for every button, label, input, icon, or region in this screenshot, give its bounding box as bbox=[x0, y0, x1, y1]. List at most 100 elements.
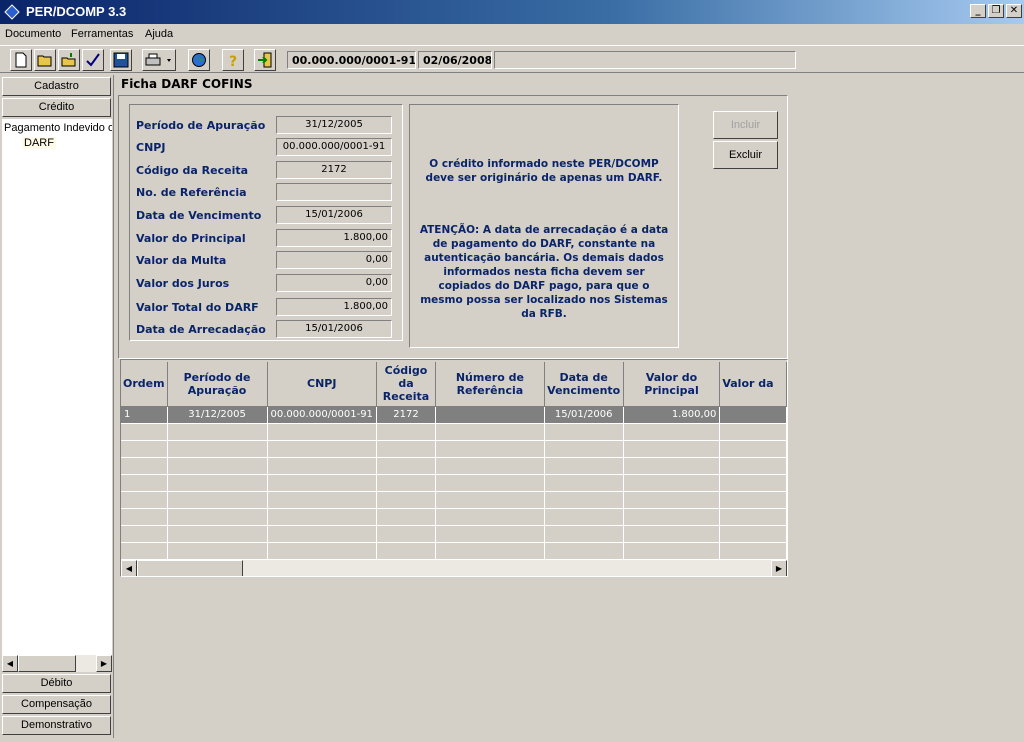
verify-button[interactable] bbox=[82, 49, 104, 71]
field-data-arrecadacao[interactable]: 15/01/2006 bbox=[276, 320, 392, 338]
grid-scroll-left-arrow-icon[interactable]: ◀ bbox=[121, 560, 137, 576]
print-button[interactable] bbox=[142, 49, 176, 71]
table-cell-empty bbox=[719, 542, 787, 560]
table-cell-empty bbox=[167, 491, 268, 509]
field-codigo-receita[interactable]: 2172 bbox=[276, 161, 392, 179]
table-cell-empty bbox=[167, 542, 268, 560]
save-button[interactable] bbox=[110, 49, 132, 71]
info-text-single-darf: O crédito informado neste PER/DCOMP deve… bbox=[425, 158, 663, 184]
table-cell-empty bbox=[267, 440, 377, 458]
table-cell-empty bbox=[435, 525, 545, 543]
table-row-empty[interactable] bbox=[121, 457, 787, 475]
close-button[interactable]: ✕ bbox=[1006, 4, 1022, 18]
title-bar: PER/DCOMP 3.3 _ ❐ ✕ bbox=[0, 0, 1024, 24]
tree-node-pagamento-indevido[interactable]: Pagamento Indevido ou bbox=[4, 122, 112, 134]
field-valor-principal[interactable]: 1.800,00 bbox=[276, 229, 392, 247]
nav-cadastro-button[interactable]: Cadastro bbox=[2, 77, 111, 96]
grid-header-row: Ordem Período de Apuração CNPJ Código da… bbox=[121, 362, 787, 407]
table-cell-empty bbox=[719, 491, 787, 509]
table-cell-empty bbox=[121, 491, 168, 509]
incluir-button[interactable]: Incluir bbox=[713, 111, 778, 139]
table-cell-empty bbox=[167, 525, 268, 543]
cell-data-vencimento: 15/01/2006 bbox=[544, 406, 624, 424]
excluir-button[interactable]: Excluir bbox=[713, 141, 778, 169]
column-header-cnpj[interactable]: CNPJ bbox=[267, 362, 377, 407]
table-row-empty[interactable] bbox=[121, 423, 787, 441]
grid-scroll-thumb[interactable] bbox=[137, 560, 243, 576]
grid-horizontal-scrollbar[interactable]: ◀ ▶ bbox=[121, 560, 787, 576]
table-cell-empty bbox=[121, 508, 168, 526]
table-cell-empty bbox=[376, 440, 437, 458]
nav-compensacao-button[interactable]: Compensação bbox=[2, 695, 111, 714]
exit-button[interactable] bbox=[254, 49, 276, 71]
menu-documento[interactable]: Documento bbox=[5, 28, 61, 40]
table-row-empty[interactable] bbox=[121, 474, 787, 492]
table-cell-empty bbox=[267, 508, 377, 526]
label-data-vencimento: Data de Vencimento bbox=[136, 209, 262, 222]
info-text-atencao: ATENÇÃO: A data de arrecadação é a data … bbox=[419, 224, 669, 320]
table-row-empty[interactable] bbox=[121, 508, 787, 526]
import-button[interactable] bbox=[58, 49, 80, 71]
field-valor-juros[interactable]: 0,00 bbox=[276, 274, 392, 292]
nav-debito-button[interactable]: Débito bbox=[2, 674, 111, 693]
scroll-thumb[interactable] bbox=[18, 655, 76, 672]
table-row-empty[interactable] bbox=[121, 525, 787, 543]
internet-button[interactable] bbox=[188, 49, 210, 71]
status-display bbox=[494, 51, 796, 69]
table-cell-empty bbox=[544, 423, 624, 441]
table-cell-empty bbox=[719, 474, 787, 492]
table-cell-empty bbox=[376, 423, 437, 441]
table-cell-empty bbox=[544, 542, 624, 560]
table-cell-empty bbox=[167, 440, 268, 458]
restore-button[interactable]: ❐ bbox=[988, 4, 1004, 18]
column-header-numero-referencia[interactable]: Número de Referência bbox=[435, 362, 545, 407]
info-panel: O crédito informado neste PER/DCOMP deve… bbox=[409, 104, 679, 348]
tree-node-darf[interactable]: DARF bbox=[22, 137, 56, 149]
field-cnpj[interactable]: 00.000.000/0001-91 bbox=[276, 138, 392, 156]
column-header-valor-da[interactable]: Valor da bbox=[719, 362, 787, 407]
column-header-ordem[interactable]: Ordem bbox=[121, 362, 168, 407]
darf-table: Ordem Período de Apuração CNPJ Código da… bbox=[121, 362, 787, 560]
grid-scroll-right-arrow-icon[interactable]: ▶ bbox=[771, 560, 787, 576]
scroll-right-arrow-icon[interactable]: ▶ bbox=[96, 655, 112, 672]
help-button[interactable]: ? bbox=[222, 49, 244, 71]
field-numero-referencia[interactable] bbox=[276, 183, 392, 201]
cnpj-display: 00.000.000/0001-91 bbox=[287, 51, 416, 69]
open-button[interactable] bbox=[34, 49, 56, 71]
table-cell-empty bbox=[719, 457, 787, 475]
darf-grid: Ordem Período de Apuração CNPJ Código da… bbox=[120, 359, 788, 577]
menu-ajuda[interactable]: Ajuda bbox=[145, 28, 173, 40]
nav-credito-button[interactable]: Crédito bbox=[2, 98, 111, 117]
new-document-icon bbox=[15, 52, 27, 68]
document-tree: Pagamento Indevido ou DARF bbox=[2, 119, 112, 664]
field-valor-total-darf[interactable]: 1.800,00 bbox=[276, 298, 392, 316]
nav-demonstrativo-button[interactable]: Demonstrativo bbox=[2, 716, 111, 735]
column-header-codigo[interactable]: Código da Receita bbox=[376, 362, 437, 407]
app-icon bbox=[4, 4, 20, 20]
table-cell-empty bbox=[544, 525, 624, 543]
table-cell-empty bbox=[435, 474, 545, 492]
column-header-data-vencimento[interactable]: Data de Vencimento bbox=[544, 362, 624, 407]
table-row[interactable]: 1 31/12/2005 00.000.000/0001-91 2172 15/… bbox=[121, 406, 787, 424]
table-cell-empty bbox=[121, 525, 168, 543]
table-cell-empty bbox=[376, 525, 437, 543]
minimize-button[interactable]: _ bbox=[970, 4, 986, 18]
tree-horizontal-scrollbar[interactable]: ◀ ▶ bbox=[2, 655, 112, 672]
scroll-left-arrow-icon[interactable]: ◀ bbox=[2, 655, 18, 672]
menu-bar: Documento Ferramentas Ajuda bbox=[0, 24, 1024, 44]
table-row-empty[interactable] bbox=[121, 542, 787, 560]
label-valor-multa: Valor da Multa bbox=[136, 254, 227, 267]
field-periodo-apuracao[interactable]: 31/12/2005 bbox=[276, 116, 392, 134]
table-cell-empty bbox=[623, 423, 721, 441]
column-header-valor-principal[interactable]: Valor do Principal bbox=[623, 362, 721, 407]
column-header-periodo[interactable]: Período de Apuração bbox=[167, 362, 268, 407]
menu-ferramentas[interactable]: Ferramentas bbox=[71, 28, 133, 40]
table-row-empty[interactable] bbox=[121, 491, 787, 509]
table-cell-empty bbox=[376, 508, 437, 526]
field-data-vencimento[interactable]: 15/01/2006 bbox=[276, 206, 392, 224]
table-cell-empty bbox=[167, 457, 268, 475]
table-row-empty[interactable] bbox=[121, 440, 787, 458]
table-cell-empty bbox=[267, 423, 377, 441]
field-valor-multa[interactable]: 0,00 bbox=[276, 251, 392, 269]
new-document-button[interactable] bbox=[10, 49, 32, 71]
